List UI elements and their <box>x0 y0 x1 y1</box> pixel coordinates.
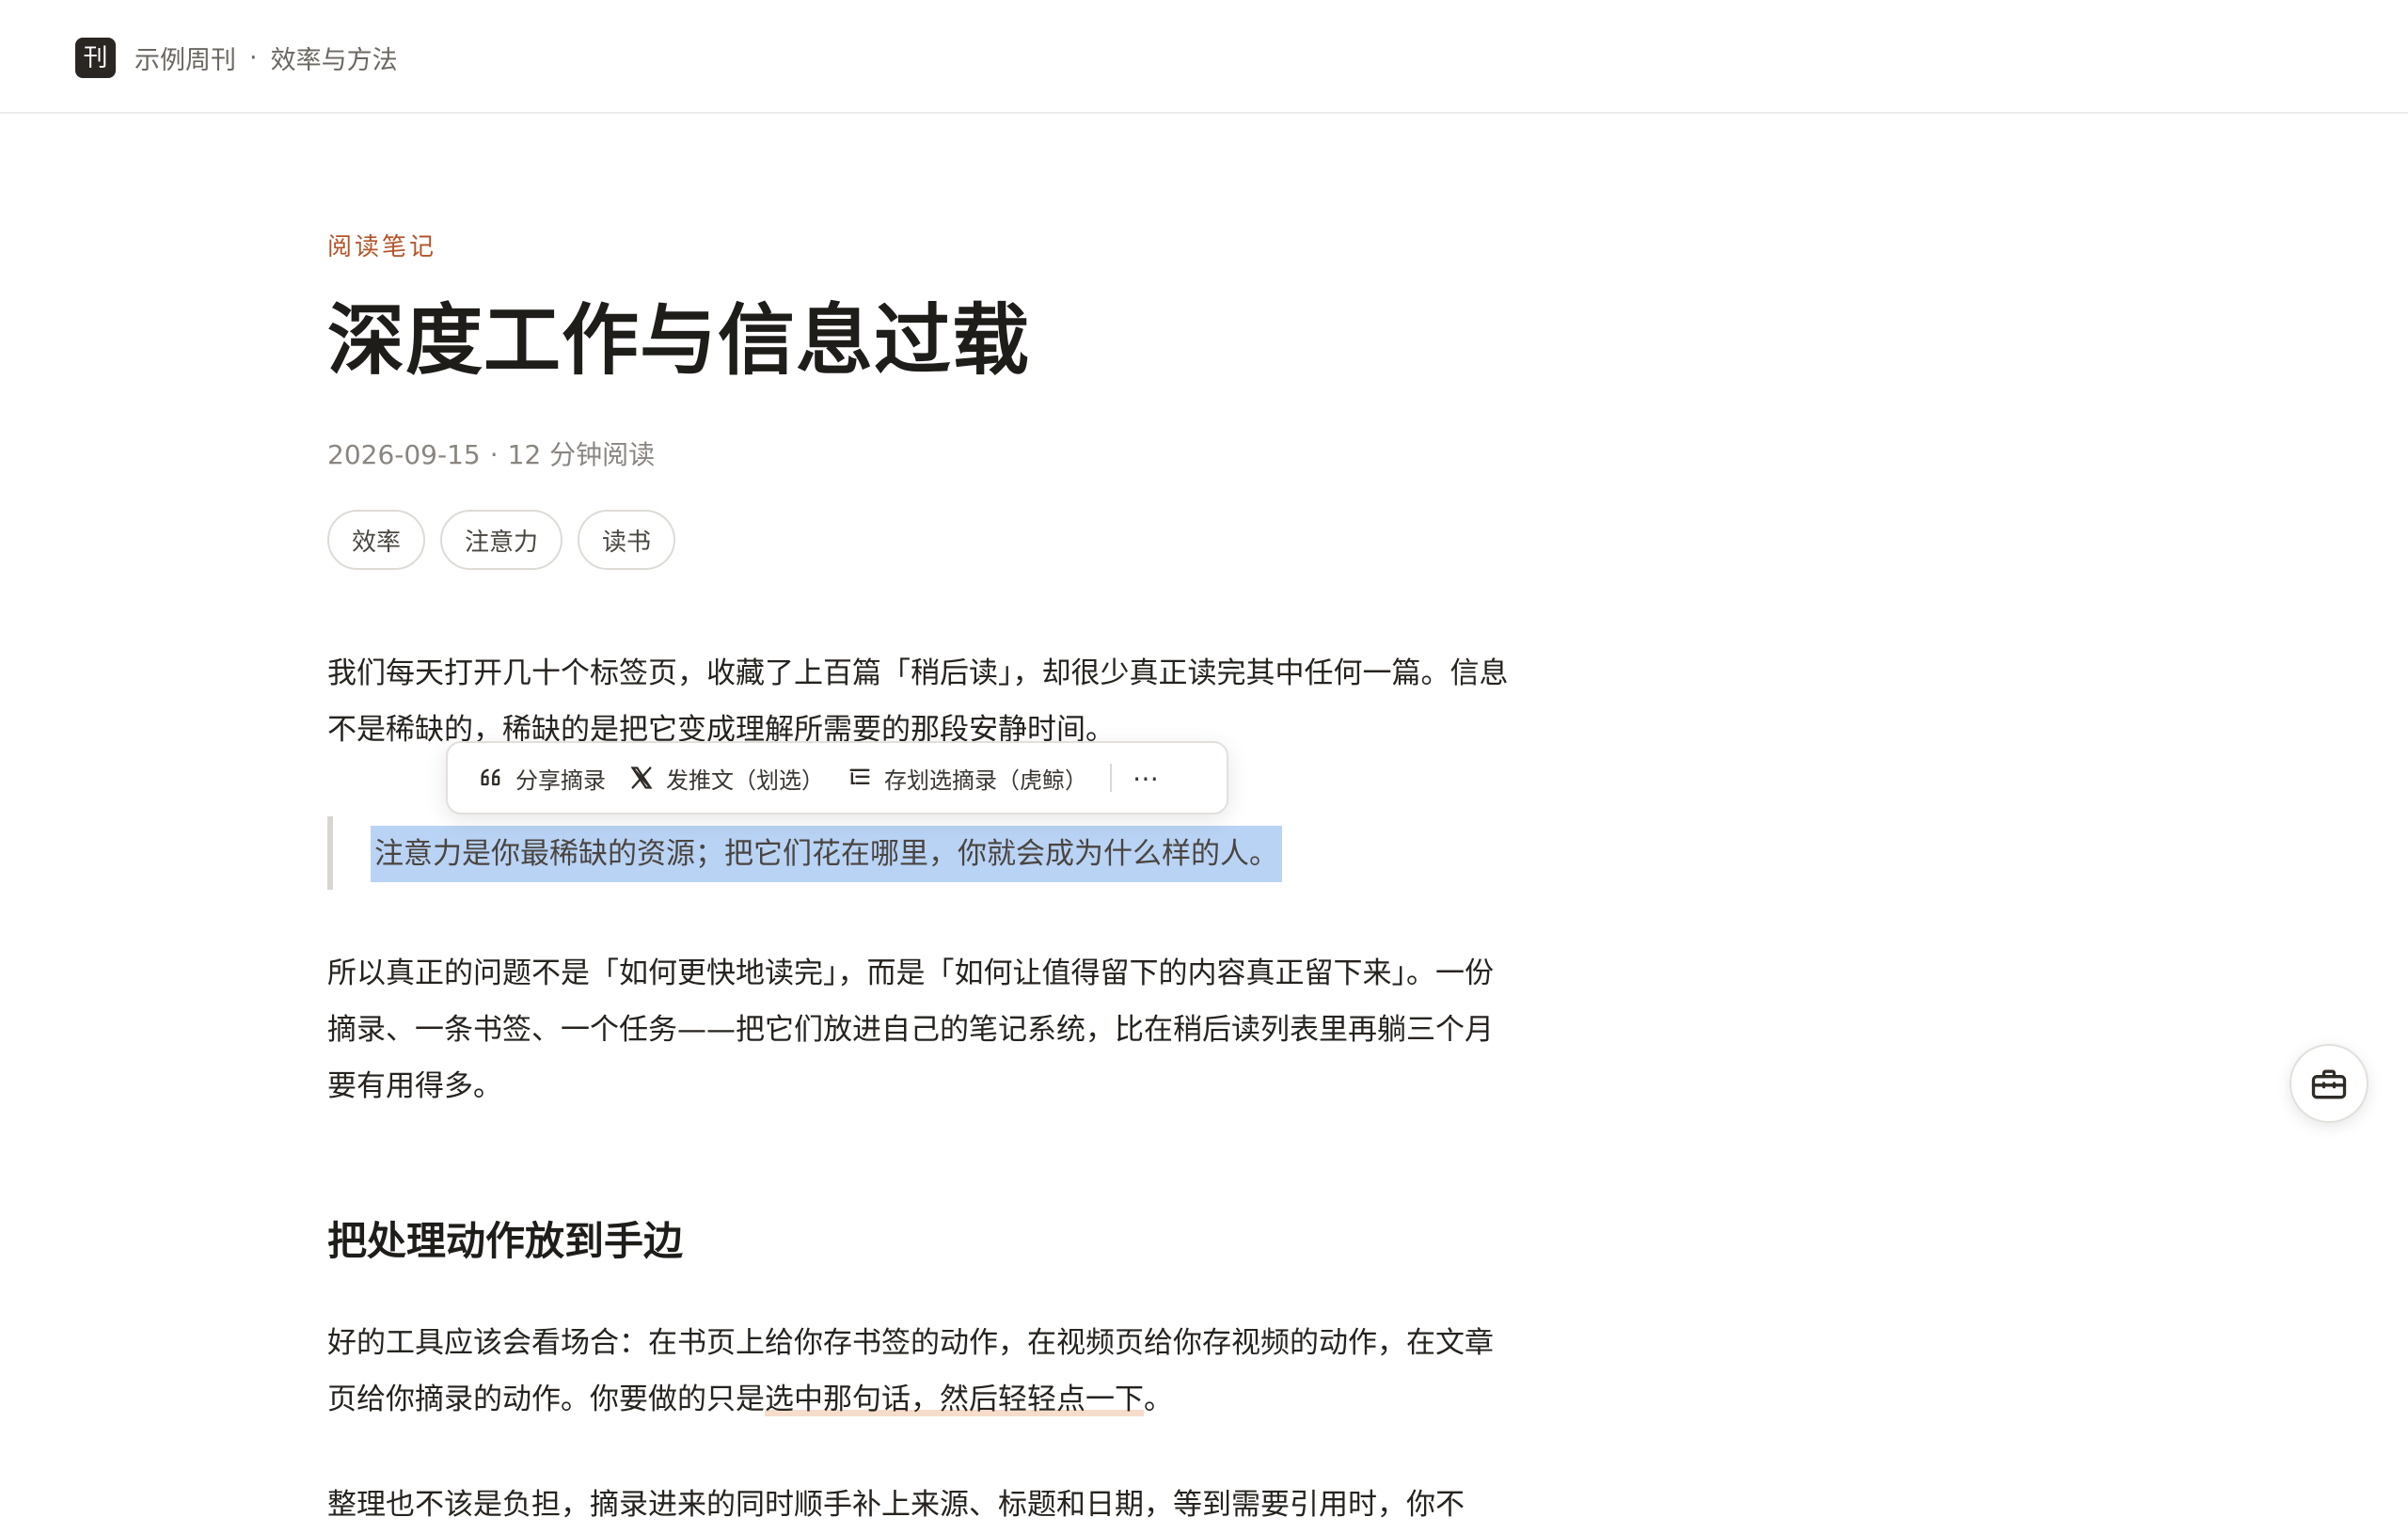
logo-char: 刊 <box>83 43 108 72</box>
highlighted-text[interactable]: 选中那句话，然后轻轻点一下 <box>765 1383 1144 1416</box>
paragraph: 整理也不该是负担，摘录进来的同时顺手补上来源、标题和日期，等到需要引用时，你不 <box>327 1488 1465 1522</box>
site-logo[interactable]: 刊 <box>75 38 116 78</box>
paragraph: 所以真正的问题不是「如何更快地读完」，而是「如何让值得留下的内容真正留下来」。一… <box>327 956 1494 1103</box>
tag-chip[interactable]: 读书 <box>578 510 676 570</box>
share-excerpt-button[interactable]: 分享摘录 <box>467 750 617 806</box>
section-heading: 把处理动作放到手边 <box>327 1218 684 1264</box>
tag-chip[interactable]: 效率 <box>327 510 426 570</box>
save-excerpt-button[interactable]: 存划选摘录（虎鲸） <box>835 750 1099 806</box>
x-logo-icon <box>630 766 653 789</box>
read-time: 12 分钟阅读 <box>507 439 656 470</box>
quote-icon <box>481 768 500 786</box>
top-bar: 刊 示例周刊 · 效率与方法 <box>0 0 2408 114</box>
toolbar-divider <box>1110 764 1112 792</box>
selection-toolbar: 分享摘录 发推文（划选） 存划选摘录（虎鲸） ⋯ <box>446 741 1228 814</box>
more-options-button[interactable]: ⋯ <box>1123 763 1170 794</box>
article-meta: 2026-09-15 · 12 分钟阅读 <box>327 435 655 472</box>
breadcrumb-separator: · <box>249 43 258 72</box>
site-name-link[interactable]: 示例周刊 <box>135 40 236 76</box>
article-kicker[interactable]: 阅读笔记 <box>327 228 436 262</box>
blockquote: 注意力是你最稀缺的资源；把它们花在哪里，你就会成为什么样的人。 <box>327 816 1362 890</box>
tweet-selection-button[interactable]: 发推文（划选） <box>617 750 835 806</box>
tweet-selection-label: 发推文（划选） <box>666 766 824 794</box>
breadcrumb: 示例周刊 · 效率与方法 <box>135 38 398 78</box>
article-title: 深度工作与信息过载 <box>327 296 1031 386</box>
list-indent-icon <box>849 768 870 784</box>
section-link[interactable]: 效率与方法 <box>271 40 398 76</box>
save-excerpt-label: 存划选摘录（虎鲸） <box>884 766 1087 794</box>
article-date: 2026-09-15 <box>327 439 481 470</box>
share-excerpt-label: 分享摘录 <box>515 766 606 794</box>
paragraph: 好的工具应该会看场合：在书页上给你存书签的动作，在视频页给你存视频的动作，在文章… <box>327 1315 1522 1428</box>
toolbox-icon <box>2311 1069 2347 1099</box>
tag-chip[interactable]: 注意力 <box>440 510 563 570</box>
meta-separator: · <box>489 439 499 470</box>
selected-quote-text[interactable]: 注意力是你最稀缺的资源；把它们花在哪里，你就会成为什么样的人。 <box>371 826 1282 882</box>
toolbox-button[interactable] <box>2289 1044 2368 1123</box>
tag-list: 效率 注意力 读书 <box>327 510 676 570</box>
paragraph-text: 。 <box>1144 1383 1173 1416</box>
